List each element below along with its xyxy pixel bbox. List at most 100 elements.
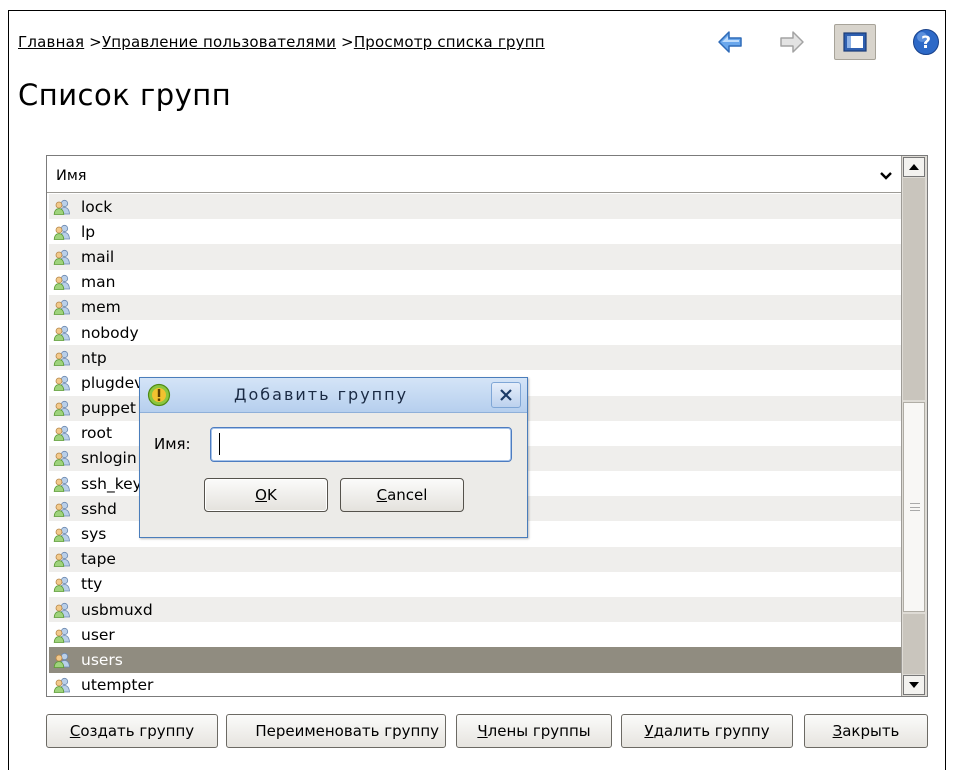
group-name: plugdev <box>81 373 144 392</box>
group-icon <box>53 249 71 265</box>
list-item[interactable]: man <box>49 269 903 295</box>
cancel-button[interactable]: Cancel <box>340 478 464 512</box>
list-item[interactable]: ntp <box>49 345 903 371</box>
warning-icon <box>147 383 171 411</box>
action-buttons: Создать группу Переименовать группу Член… <box>46 714 930 750</box>
list-item[interactable]: utempter <box>49 672 903 696</box>
list-item[interactable]: tty <box>49 571 903 597</box>
group-icon <box>53 551 71 568</box>
list-item[interactable]: lp <box>49 219 903 245</box>
list-item[interactable]: mail <box>49 244 903 270</box>
mnemonic: Ч <box>477 722 488 740</box>
rename-group-button[interactable]: Переименовать группу <box>226 714 446 748</box>
group-name: utempter <box>81 676 154 695</box>
button-label: акрыть <box>842 722 900 740</box>
list-header-name[interactable]: Имя <box>47 156 903 193</box>
group-icon <box>53 602 71 618</box>
group-icon <box>53 199 71 215</box>
dialog-title: Добавить группу <box>234 385 409 404</box>
group-icon <box>53 450 71 467</box>
group-name: mail <box>81 247 115 266</box>
create-group-button[interactable]: Создать группу <box>46 714 218 748</box>
add-group-dialog: Добавить группу Имя: OK Cancel <box>139 377 528 538</box>
mnemonic: С <box>69 722 81 740</box>
group-icon <box>53 576 71 593</box>
mnemonic: O <box>255 486 267 504</box>
dialog-titlebar[interactable]: Добавить группу <box>140 378 527 413</box>
grip-icon <box>910 503 920 511</box>
group-name: snlogin <box>81 449 137 468</box>
button-label: оздать группу <box>80 722 195 740</box>
scroll-up-button[interactable] <box>903 157 925 177</box>
delete-group-button[interactable]: Удалить группу <box>621 714 793 748</box>
group-icon <box>53 677 71 694</box>
list-item[interactable]: user <box>49 622 903 648</box>
group-name: tty <box>81 575 103 594</box>
button-label: ancel <box>387 486 428 504</box>
group-name: sys <box>81 525 107 544</box>
group-icon <box>53 224 71 240</box>
name-label: Имя: <box>154 435 191 453</box>
list-item[interactable]: usbmuxd <box>49 597 903 623</box>
list-item[interactable]: tape <box>49 546 903 572</box>
breadcrumb-separator: > <box>336 33 354 51</box>
group-name: root <box>81 424 113 443</box>
group-icon <box>53 425 71 442</box>
help-icon[interactable]: ? <box>912 28 940 56</box>
scroll-down-button[interactable] <box>903 675 925 695</box>
group-name: users <box>81 650 123 669</box>
navigation-toolbar: ? <box>716 22 946 68</box>
chevron-down-icon[interactable] <box>879 167 893 186</box>
list-item[interactable]: nobody <box>49 319 903 346</box>
group-icon <box>53 375 71 391</box>
button-label: лены группы <box>487 722 591 740</box>
ok-button[interactable]: OK <box>204 478 328 512</box>
group-members-button[interactable]: Члены группы <box>456 714 612 748</box>
mnemonic: C <box>376 486 388 504</box>
group-name: man <box>81 273 116 292</box>
panel-toggle-icon[interactable] <box>834 24 876 60</box>
scrollbar-track[interactable] <box>903 178 925 400</box>
group-icon <box>53 501 71 517</box>
group-name: user <box>81 625 115 644</box>
group-name: tape <box>81 550 116 569</box>
group-icon <box>53 299 71 316</box>
group-icon <box>53 274 71 291</box>
group-icon <box>53 350 71 366</box>
group-icon <box>53 526 71 542</box>
group-name-input[interactable] <box>210 427 512 462</box>
svg-text:?: ? <box>921 33 931 53</box>
group-name: puppet <box>81 399 136 418</box>
group-icon <box>53 400 71 416</box>
arrow-right-icon[interactable] <box>778 28 806 56</box>
scrollbar-thumb[interactable] <box>903 402 925 612</box>
group-name: ntp <box>81 348 107 367</box>
breadcrumb: Главная >Управление пользователями >Прос… <box>18 33 545 51</box>
mnemonic: З <box>832 722 843 740</box>
group-name: lp <box>81 222 96 241</box>
list-item[interactable]: mem <box>49 294 903 320</box>
list-item[interactable]: lock <box>49 194 903 220</box>
breadcrumb-item-home[interactable]: Главная <box>18 33 84 51</box>
close-button[interactable]: Закрыть <box>804 714 928 748</box>
group-name: usbmuxd <box>81 600 153 619</box>
breadcrumb-item-user-management[interactable]: Управление пользователями <box>102 33 336 51</box>
arrow-left-icon[interactable] <box>716 28 744 56</box>
group-icon <box>53 652 71 668</box>
button-label: K <box>266 486 277 504</box>
close-icon[interactable] <box>491 382 521 408</box>
page-title: Список групп <box>18 78 232 112</box>
group-name: lock <box>81 197 113 216</box>
group-icon <box>53 476 71 492</box>
breadcrumb-item-group-list[interactable]: Просмотр списка групп <box>354 33 545 51</box>
button-label: далить группу <box>653 722 770 740</box>
scrollbar-track[interactable] <box>903 614 925 674</box>
group-name: mem <box>81 298 121 317</box>
column-header-label: Имя <box>56 168 87 184</box>
vertical-scrollbar[interactable] <box>901 156 927 696</box>
group-name: sshd <box>81 499 117 518</box>
list-item[interactable]: users <box>49 647 903 673</box>
group-name: nobody <box>81 323 139 342</box>
text-caret <box>219 433 220 455</box>
group-icon <box>53 627 71 643</box>
